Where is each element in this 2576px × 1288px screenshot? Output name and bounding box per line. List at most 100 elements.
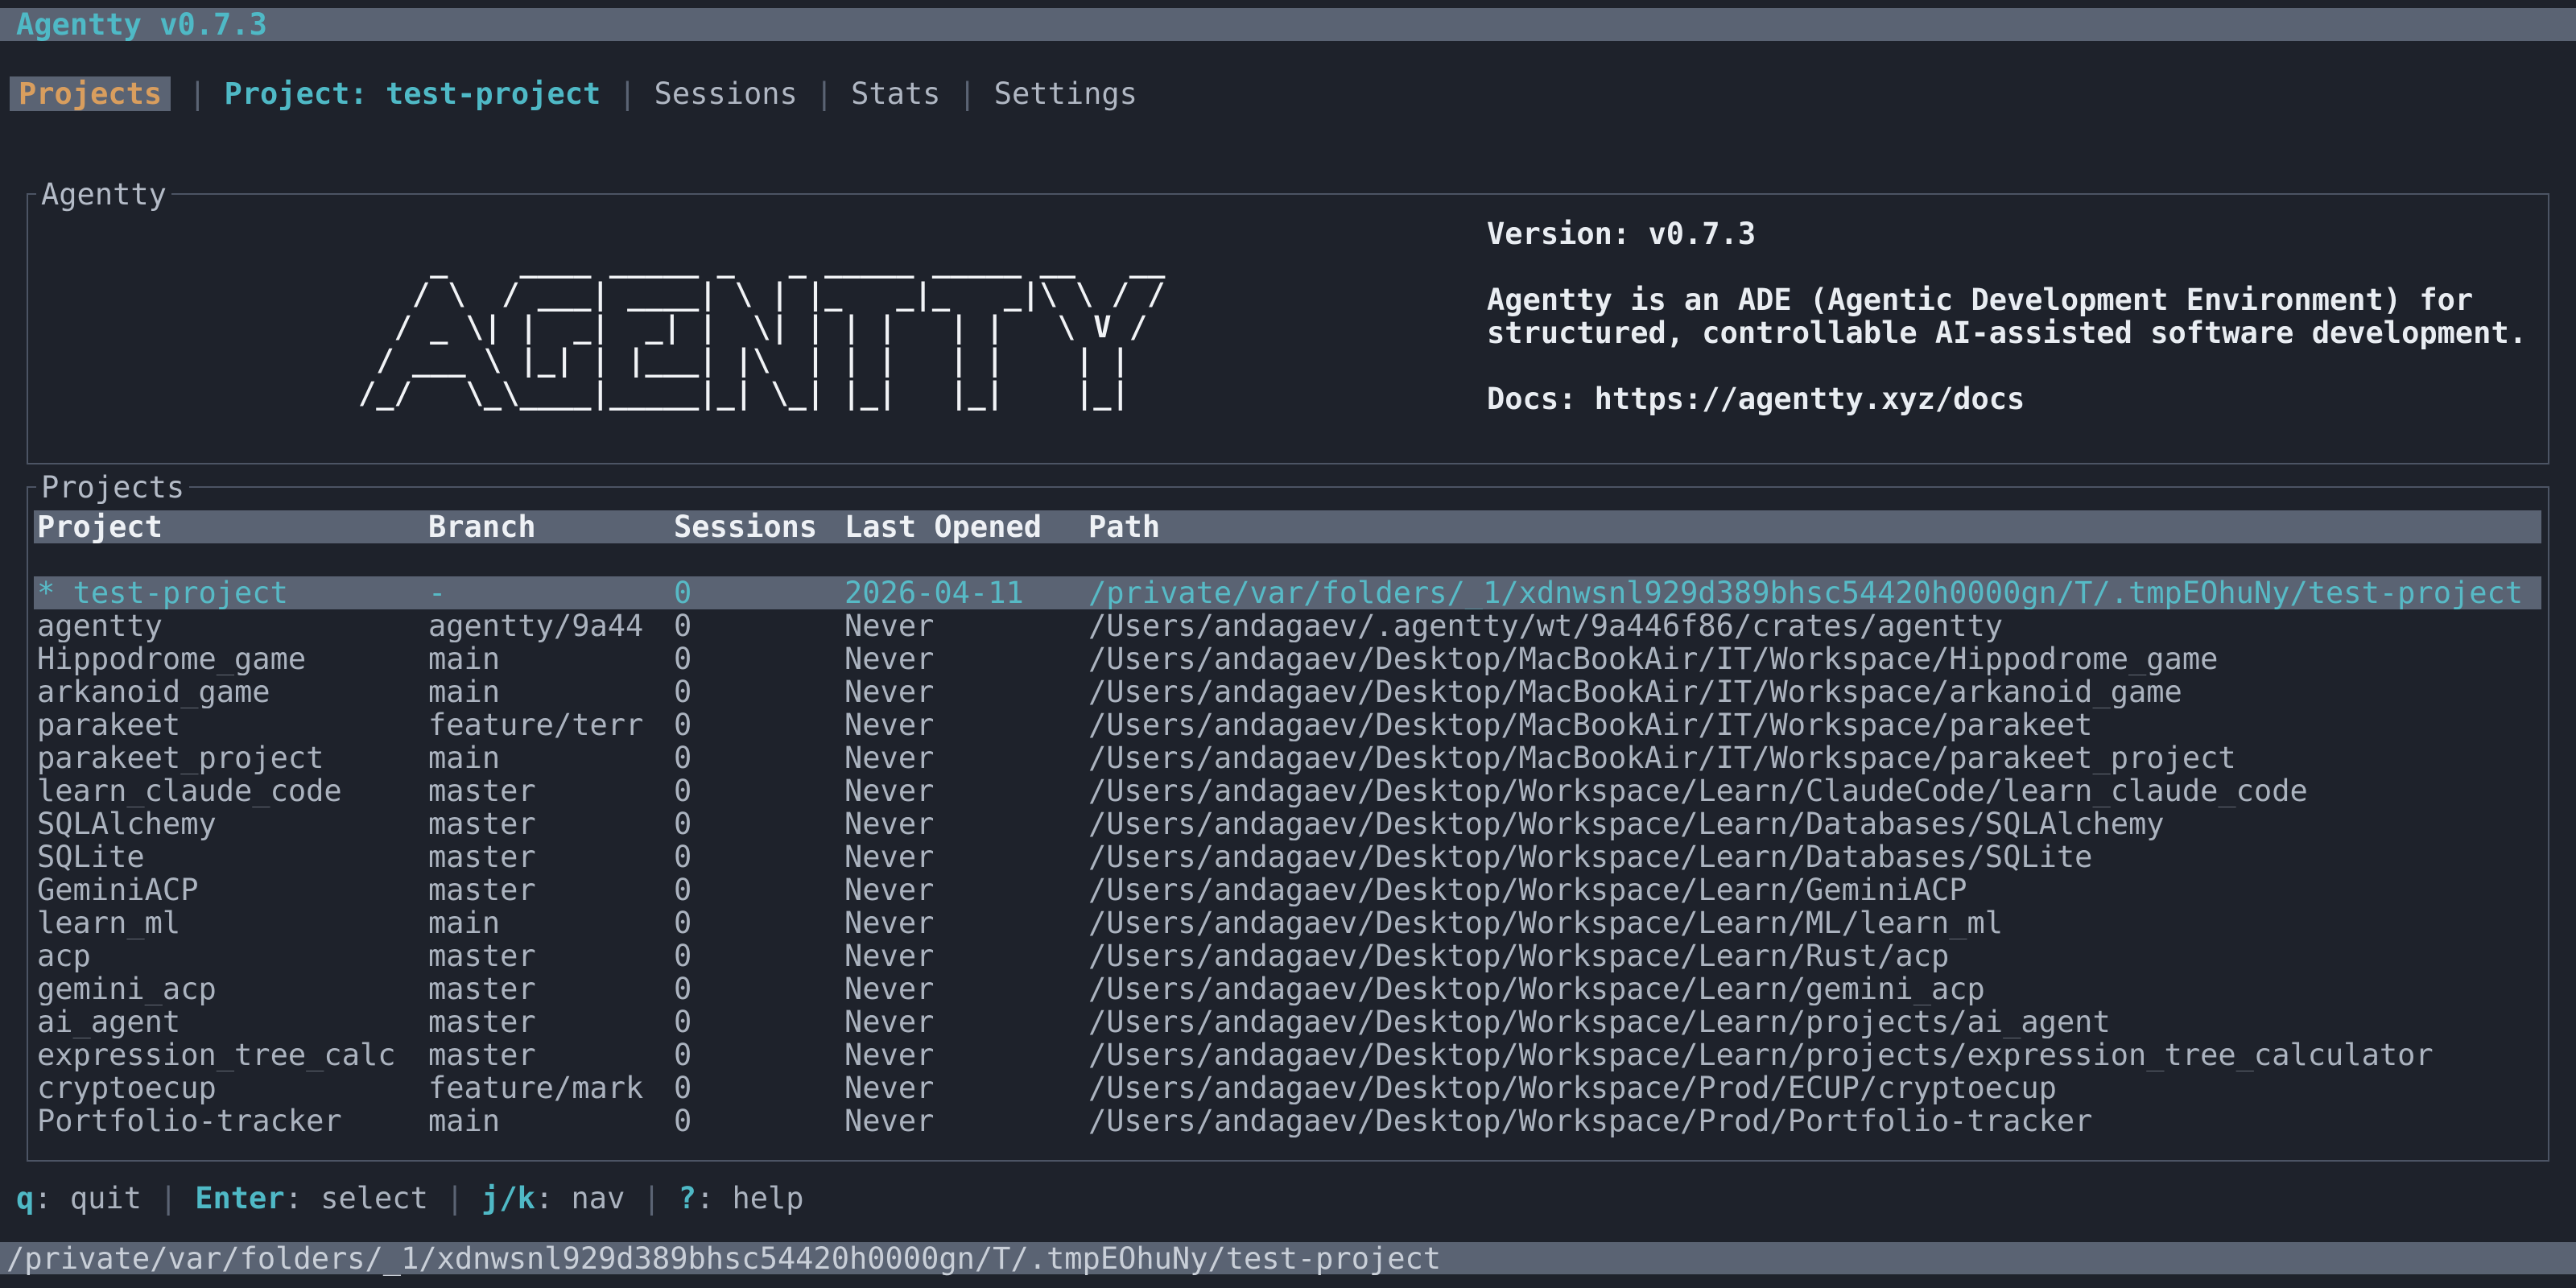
help-label-select: select xyxy=(285,1182,428,1215)
cell-project: learn_claude_code xyxy=(37,774,428,807)
table-row[interactable]: arkanoid_game main 0 Never /Users/andaga… xyxy=(34,675,2541,708)
help-label-quit: quit xyxy=(34,1182,142,1215)
cell-branch: agentty/9a44 xyxy=(428,609,674,642)
tab-project-current[interactable]: Project: test-project xyxy=(225,77,601,110)
tab-separator: | xyxy=(618,77,636,110)
cell-path: /Users/andagaev/Desktop/Workspace/Learn/… xyxy=(1088,972,2541,1005)
cell-branch: main xyxy=(428,675,674,708)
table-row[interactable]: parakeet feature/terr 0 Never /Users/and… xyxy=(34,708,2541,741)
table-row[interactable]: gemini_acp master 0 Never /Users/andagae… xyxy=(34,972,2541,1005)
table-row[interactable]: learn_ml main 0 Never /Users/andagaev/De… xyxy=(34,906,2541,939)
table-row[interactable]: cryptoecup feature/mark 0 Never /Users/a… xyxy=(34,1071,2541,1104)
tab-separator: | xyxy=(958,77,976,110)
cell-project: GeminiACP xyxy=(37,873,428,906)
help-separator: | xyxy=(642,1182,660,1215)
cell-project: parakeet xyxy=(37,708,428,741)
tab-projects[interactable]: Projects xyxy=(10,76,171,111)
table-row[interactable]: SQLAlchemy master 0 Never /Users/andagae… xyxy=(34,807,2541,840)
table-row[interactable]: acp master 0 Never /Users/andagaev/Deskt… xyxy=(34,939,2541,972)
table-row[interactable]: parakeet_project main 0 Never /Users/and… xyxy=(34,741,2541,774)
tab-sessions[interactable]: Sessions xyxy=(654,77,798,110)
cell-sessions: 0 xyxy=(674,609,844,642)
cell-project: expression_tree_calc xyxy=(37,1038,428,1071)
cell-branch: main xyxy=(428,906,674,939)
cell-branch: master xyxy=(428,1005,674,1038)
cell-sessions: 0 xyxy=(674,807,844,840)
cell-sessions: 0 xyxy=(674,1038,844,1071)
cell-last-opened: Never xyxy=(844,609,1088,642)
cell-project: Hippodrome_game xyxy=(37,642,428,675)
title-bar: Agentty v0.7.3 xyxy=(0,8,2576,41)
tab-bar: Projects | Project: test-project | Sessi… xyxy=(10,76,1137,111)
projects-panel: Projects Project Branch Sessions Last Op… xyxy=(27,486,2549,1162)
table-row[interactable]: Portfolio-tracker main 0 Never /Users/an… xyxy=(34,1104,2541,1137)
column-header-project: Project xyxy=(37,510,428,543)
cell-branch: master xyxy=(428,807,674,840)
cell-path: /Users/andagaev/Desktop/Workspace/Learn/… xyxy=(1088,906,2541,939)
help-label-nav: nav xyxy=(535,1182,625,1215)
help-separator: | xyxy=(446,1182,464,1215)
cell-project: SQLite xyxy=(37,840,428,873)
cell-sessions: 0 xyxy=(674,774,844,807)
projects-panel-title: Projects xyxy=(36,471,189,504)
version-info: Version: v0.7.3 Agentty is an ADE (Agent… xyxy=(1487,217,2527,415)
table-spacer-row xyxy=(28,543,2548,576)
cell-project: gemini_acp xyxy=(37,972,428,1005)
cell-path: /Users/andagaev/Desktop/Workspace/Learn/… xyxy=(1088,840,2541,873)
cell-last-opened: Never xyxy=(844,1104,1088,1137)
cell-branch: master xyxy=(428,873,674,906)
cell-last-opened: Never xyxy=(844,675,1088,708)
table-row[interactable]: agentty agentty/9a44 0 Never /Users/anda… xyxy=(34,609,2541,642)
tab-separator: | xyxy=(188,77,206,110)
help-key-select: Enter xyxy=(195,1182,284,1215)
cell-sessions: 0 xyxy=(674,840,844,873)
cell-project: agentty xyxy=(37,609,428,642)
agentty-ascii-logo: _ ____ _____ _ _ _____ _____ __ __ / \ /… xyxy=(358,245,1165,410)
cell-sessions: 0 xyxy=(674,1005,844,1038)
projects-table-body: * test-project - 0 2026-04-11 /private/v… xyxy=(28,576,2548,1137)
cell-last-opened: Never xyxy=(844,1038,1088,1071)
cell-last-opened: Never xyxy=(844,840,1088,873)
cell-project: acp xyxy=(37,939,428,972)
cell-branch: main xyxy=(428,1104,674,1137)
cell-project: * test-project xyxy=(37,576,428,609)
status-path: /private/var/folders/_1/xdnwsnl929d389bh… xyxy=(0,1242,1441,1275)
cell-sessions: 0 xyxy=(674,576,844,609)
cell-sessions: 0 xyxy=(674,642,844,675)
cell-last-opened: Never xyxy=(844,873,1088,906)
table-row[interactable]: learn_claude_code master 0 Never /Users/… xyxy=(34,774,2541,807)
tab-stats[interactable]: Stats xyxy=(851,77,940,110)
cell-branch: main xyxy=(428,741,674,774)
cell-path: /Users/andagaev/Desktop/Workspace/Prod/E… xyxy=(1088,1071,2541,1104)
table-row[interactable]: ai_agent master 0 Never /Users/andagaev/… xyxy=(34,1005,2541,1038)
cell-branch: feature/mark xyxy=(428,1071,674,1104)
projects-table-header: Project Branch Sessions Last Opened Path xyxy=(34,510,2541,543)
agentty-logo-panel: Agentty _ ____ _____ _ _ _____ _____ __ … xyxy=(27,193,2549,464)
cell-branch: feature/terr xyxy=(428,708,674,741)
table-row[interactable]: Hippodrome_game main 0 Never /Users/anda… xyxy=(34,642,2541,675)
agentty-panel-title: Agentty xyxy=(36,178,171,211)
cell-path: /Users/andagaev/Desktop/MacBookAir/IT/Wo… xyxy=(1088,708,2541,741)
cell-last-opened: Never xyxy=(844,1071,1088,1104)
cell-sessions: 0 xyxy=(674,1071,844,1104)
cell-project: parakeet_project xyxy=(37,741,428,774)
column-header-branch: Branch xyxy=(428,510,674,543)
tab-separator: | xyxy=(815,77,833,110)
cell-last-opened: Never xyxy=(844,741,1088,774)
app-title: Agentty v0.7.3 xyxy=(0,8,267,41)
table-row[interactable]: GeminiACP master 0 Never /Users/andagaev… xyxy=(34,873,2541,906)
cell-path: /Users/andagaev/Desktop/Workspace/Learn/… xyxy=(1088,774,2541,807)
table-row[interactable]: expression_tree_calc master 0 Never /Use… xyxy=(34,1038,2541,1071)
status-bar: /private/var/folders/_1/xdnwsnl929d389bh… xyxy=(0,1242,2576,1274)
cell-path: /Users/andagaev/Desktop/Workspace/Prod/P… xyxy=(1088,1104,2541,1137)
table-row[interactable]: SQLite master 0 Never /Users/andagaev/De… xyxy=(34,840,2541,873)
cell-path: /Users/andagaev/Desktop/MacBookAir/IT/Wo… xyxy=(1088,741,2541,774)
cell-branch: master xyxy=(428,1038,674,1071)
help-key-help: ? xyxy=(679,1182,696,1215)
table-row[interactable]: * test-project - 0 2026-04-11 /private/v… xyxy=(34,576,2541,609)
cell-path: /Users/andagaev/Desktop/Workspace/Learn/… xyxy=(1088,1038,2541,1071)
tab-settings[interactable]: Settings xyxy=(994,77,1137,110)
cell-branch: master xyxy=(428,840,674,873)
cell-last-opened: Never xyxy=(844,642,1088,675)
cell-sessions: 0 xyxy=(674,1104,844,1137)
